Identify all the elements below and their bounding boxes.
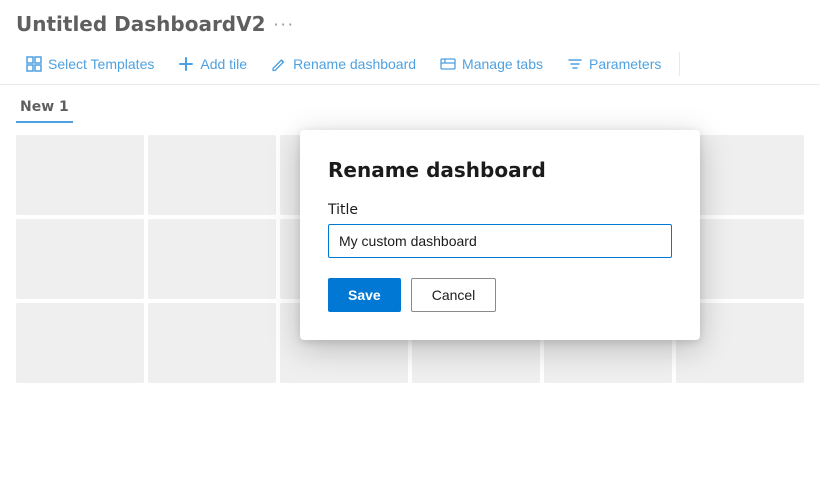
title-input[interactable]: [328, 224, 672, 258]
save-button[interactable]: Save: [328, 278, 401, 312]
modal-title: Rename dashboard: [328, 158, 672, 182]
cancel-button[interactable]: Cancel: [411, 278, 497, 312]
title-label: Title: [328, 202, 672, 218]
modal-actions: Save Cancel: [328, 278, 672, 312]
rename-dashboard-modal: Rename dashboard Title Save Cancel: [300, 130, 700, 340]
